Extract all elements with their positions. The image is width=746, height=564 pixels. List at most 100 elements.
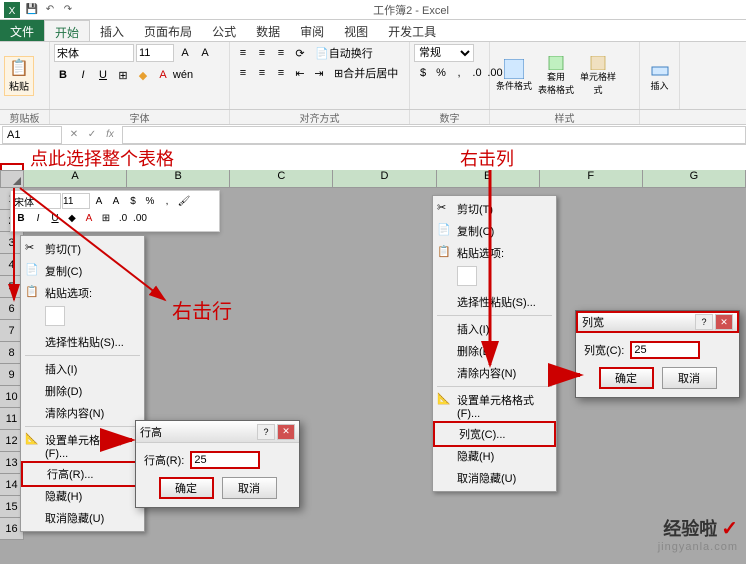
align-left-icon[interactable]: ≡ bbox=[234, 64, 252, 82]
mini-font-color-icon[interactable]: A bbox=[81, 210, 97, 226]
paste-option-icon[interactable] bbox=[457, 266, 477, 286]
select-all-button[interactable] bbox=[0, 170, 24, 188]
decrease-font-icon[interactable]: A bbox=[196, 44, 214, 62]
mini-size-select[interactable] bbox=[62, 193, 90, 209]
ctx-insert[interactable]: 插入(I) bbox=[21, 358, 144, 380]
dialog-help-icon[interactable]: ? bbox=[257, 424, 275, 440]
insert-cells-button[interactable]: 插入 bbox=[644, 56, 675, 96]
qat-redo-icon[interactable]: ↷ bbox=[60, 2, 76, 18]
font-size-select[interactable] bbox=[136, 44, 174, 62]
align-right-icon[interactable]: ≡ bbox=[272, 64, 290, 82]
mini-decimal-inc-icon[interactable]: .0 bbox=[115, 210, 131, 226]
col-width-cancel-button[interactable]: 取消 bbox=[662, 367, 717, 389]
align-middle-icon[interactable]: ≡ bbox=[253, 44, 271, 62]
row-height-ok-button[interactable]: 确定 bbox=[159, 477, 214, 499]
ctx-cut[interactable]: ✂剪切(T) bbox=[21, 238, 144, 260]
dialog-close-icon[interactable]: ✕ bbox=[277, 424, 295, 440]
indent-decrease-icon[interactable]: ⇤ bbox=[291, 64, 309, 82]
ctx-row-height[interactable]: 行高(R)... bbox=[21, 461, 144, 487]
ctx-col-hide[interactable]: 隐藏(H) bbox=[433, 445, 556, 467]
mini-underline-icon[interactable]: U bbox=[47, 210, 63, 226]
mini-decrease-font-icon[interactable]: A bbox=[108, 193, 124, 209]
mini-bold-icon[interactable]: B bbox=[13, 210, 29, 226]
formula-bar[interactable] bbox=[122, 126, 746, 144]
tab-file[interactable]: 文件 bbox=[0, 20, 44, 41]
ctx-col-format-cells[interactable]: 📐设置单元格格式(F)... bbox=[433, 389, 556, 423]
number-format-select[interactable]: 常规 bbox=[414, 44, 474, 62]
ctx-copy[interactable]: 📄复制(C) bbox=[21, 260, 144, 282]
ctx-paste-special[interactable]: 选择性粘贴(S)... bbox=[21, 331, 144, 353]
mini-increase-font-icon[interactable]: A bbox=[91, 193, 107, 209]
fx-icon[interactable]: fx bbox=[102, 127, 118, 143]
mini-comma-icon[interactable]: , bbox=[159, 193, 175, 209]
dialog-close-icon[interactable]: ✕ bbox=[715, 314, 733, 330]
tab-dev[interactable]: 开发工具 bbox=[378, 20, 446, 41]
ctx-col-cut[interactable]: ✂剪切(T) bbox=[433, 198, 556, 220]
col-header-f[interactable]: F bbox=[540, 170, 643, 187]
ctx-delete[interactable]: 删除(D) bbox=[21, 380, 144, 402]
enter-formula-icon[interactable]: ✓ bbox=[84, 127, 100, 143]
mini-format-painter-icon[interactable]: 🖌 bbox=[176, 193, 192, 209]
col-width-input[interactable] bbox=[630, 341, 700, 359]
bold-button[interactable]: B bbox=[54, 66, 72, 84]
col-width-ok-button[interactable]: 确定 bbox=[599, 367, 654, 389]
orientation-icon[interactable]: ⟳ bbox=[291, 44, 309, 62]
tab-layout[interactable]: 页面布局 bbox=[134, 20, 202, 41]
table-format-button[interactable]: 套用 表格格式 bbox=[536, 56, 576, 96]
ctx-clear[interactable]: 清除内容(N) bbox=[21, 402, 144, 424]
comma-icon[interactable]: , bbox=[450, 64, 468, 82]
mini-italic-icon[interactable]: I bbox=[30, 210, 46, 226]
border-button[interactable]: ⊞ bbox=[114, 66, 132, 84]
dialog-help-icon[interactable]: ? bbox=[695, 314, 713, 330]
percent-icon[interactable]: % bbox=[432, 64, 450, 82]
row-height-input[interactable] bbox=[190, 451, 260, 469]
ctx-unhide[interactable]: 取消隐藏(U) bbox=[21, 507, 144, 529]
conditional-format-button[interactable]: 条件格式 bbox=[494, 56, 534, 96]
fill-color-button[interactable]: ◆ bbox=[134, 66, 152, 84]
ctx-col-insert[interactable]: 插入(I) bbox=[433, 318, 556, 340]
ctx-col-clear[interactable]: 清除内容(N) bbox=[433, 362, 556, 384]
tab-view[interactable]: 视图 bbox=[334, 20, 378, 41]
row-height-cancel-button[interactable]: 取消 bbox=[222, 477, 277, 499]
merge-center-button[interactable]: ⊞合并后居中 bbox=[329, 64, 403, 82]
ctx-col-paste-special[interactable]: 选择性粘贴(S)... bbox=[433, 291, 556, 313]
ctx-hide[interactable]: 隐藏(H) bbox=[21, 485, 144, 507]
mini-decimal-dec-icon[interactable]: .00 bbox=[132, 210, 148, 226]
tab-review[interactable]: 审阅 bbox=[290, 20, 334, 41]
cell-styles-button[interactable]: 单元格样式 bbox=[578, 56, 618, 96]
paste-option-icon[interactable] bbox=[45, 306, 65, 326]
col-header-e[interactable]: E bbox=[437, 170, 540, 187]
italic-button[interactable]: I bbox=[74, 66, 92, 84]
col-header-g[interactable]: G bbox=[643, 170, 746, 187]
ctx-col-delete[interactable]: 删除(D) bbox=[433, 340, 556, 362]
ctx-format-cells[interactable]: 📐设置单元格格式(F)... bbox=[21, 429, 144, 463]
ctx-col-unhide[interactable]: 取消隐藏(U) bbox=[433, 467, 556, 489]
col-header-a[interactable]: A bbox=[24, 170, 127, 187]
mini-border-icon[interactable]: ⊞ bbox=[98, 210, 114, 226]
name-box[interactable] bbox=[2, 126, 62, 144]
mini-currency-icon[interactable]: $ bbox=[125, 193, 141, 209]
tab-data[interactable]: 数据 bbox=[246, 20, 290, 41]
underline-button[interactable]: U bbox=[94, 66, 112, 84]
mini-fill-color-icon[interactable]: ◆ bbox=[64, 210, 80, 226]
qat-save-icon[interactable]: 💾 bbox=[24, 2, 40, 18]
increase-decimal-icon[interactable]: .0 bbox=[468, 64, 486, 82]
align-center-icon[interactable]: ≡ bbox=[253, 64, 271, 82]
increase-font-icon[interactable]: A bbox=[176, 44, 194, 62]
tab-formula[interactable]: 公式 bbox=[202, 20, 246, 41]
phonetic-button[interactable]: wén bbox=[174, 66, 192, 84]
indent-increase-icon[interactable]: ⇥ bbox=[310, 64, 328, 82]
mini-font-select[interactable] bbox=[13, 193, 61, 209]
ctx-col-width[interactable]: 列宽(C)... bbox=[433, 421, 556, 447]
qat-undo-icon[interactable]: ↶ bbox=[42, 2, 58, 18]
col-header-d[interactable]: D bbox=[333, 170, 436, 187]
cancel-formula-icon[interactable]: ✕ bbox=[66, 127, 82, 143]
wrap-text-button[interactable]: 📄自动换行 bbox=[310, 44, 378, 62]
tab-home[interactable]: 开始 bbox=[44, 20, 90, 41]
mini-percent-icon[interactable]: % bbox=[142, 193, 158, 209]
col-header-c[interactable]: C bbox=[230, 170, 333, 187]
align-top-icon[interactable]: ≡ bbox=[234, 44, 252, 62]
currency-icon[interactable]: $ bbox=[414, 64, 432, 82]
ctx-col-copy[interactable]: 📄复制(C) bbox=[433, 220, 556, 242]
col-header-b[interactable]: B bbox=[127, 170, 230, 187]
